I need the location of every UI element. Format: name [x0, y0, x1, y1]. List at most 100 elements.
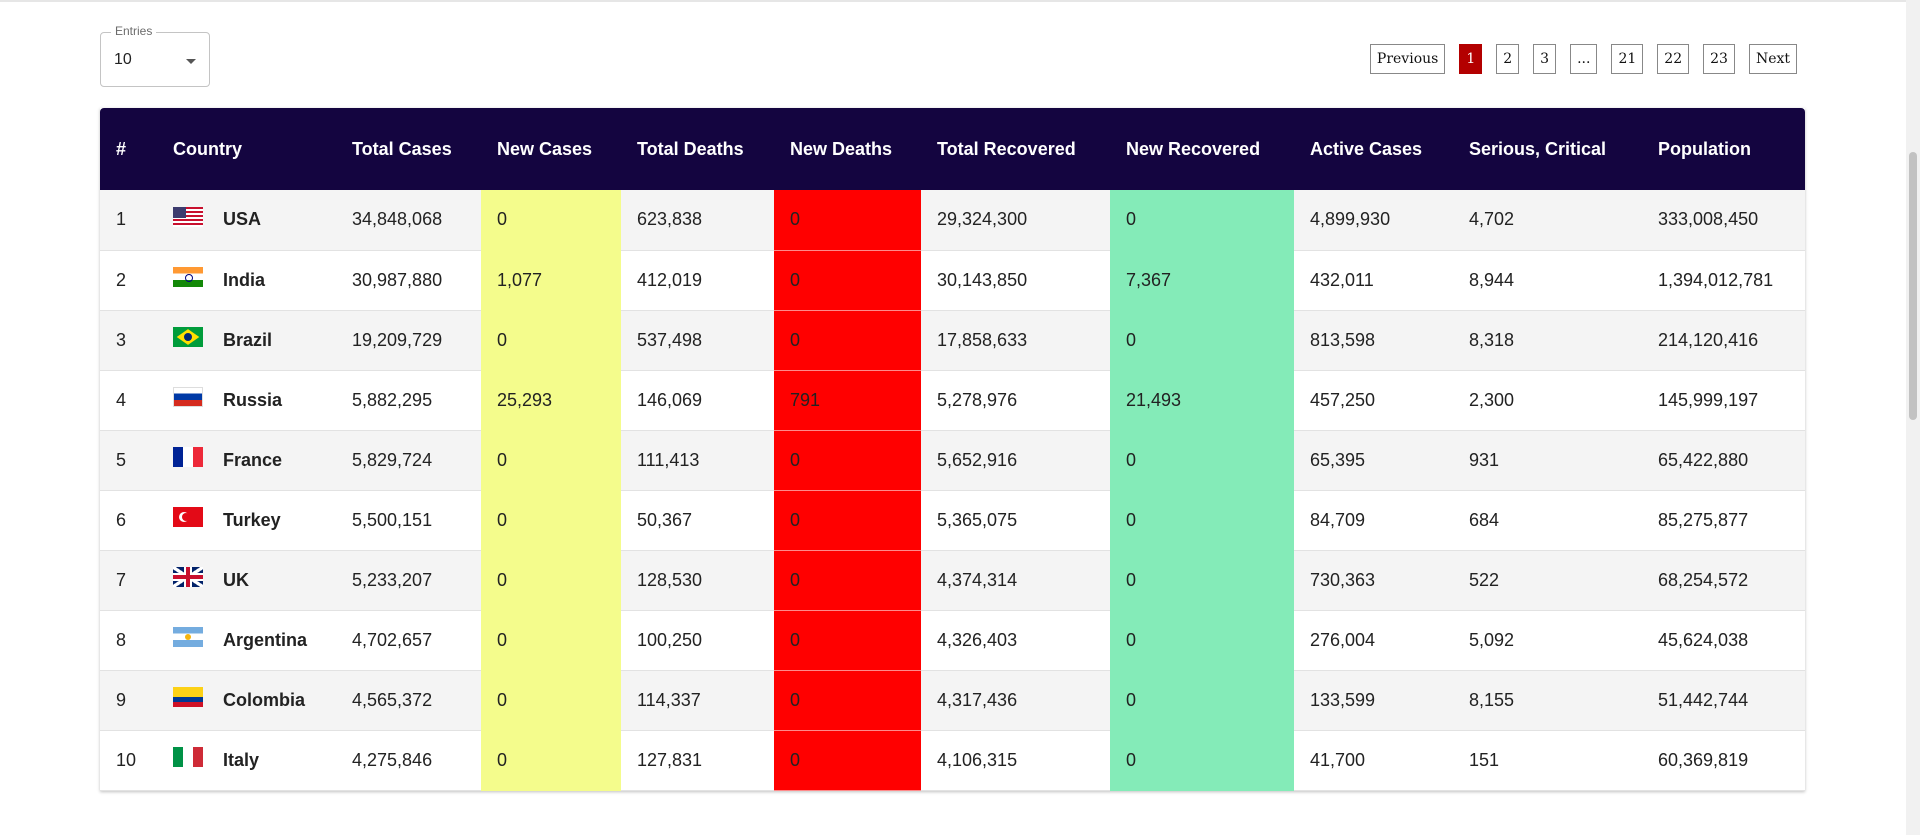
scrollbar[interactable] — [1906, 0, 1920, 835]
total-deaths-cell: 114,337 — [621, 670, 774, 731]
country-name: France — [223, 449, 283, 470]
entries-select[interactable]: Entries 10 — [100, 24, 210, 87]
country-cell: Italy — [157, 730, 336, 791]
new-recovered-cell: 21,493 — [1110, 370, 1294, 431]
new-deaths-cell: 0 — [774, 730, 921, 791]
new-cases-cell: 0 — [481, 670, 621, 731]
next-page-button[interactable]: Next — [1748, 44, 1797, 74]
total-recovered-cell: 17,858,633 — [921, 310, 1110, 371]
new-cases-cell: 0 — [481, 190, 621, 251]
header-new-deaths[interactable]: New Deaths — [774, 108, 921, 190]
new-deaths-cell: 0 — [774, 310, 921, 371]
argentina-flag-icon — [173, 627, 203, 647]
table-row: 10 Italy 4,275,846 0 127,831 0 4,106,315 0 41,70… — [100, 730, 1805, 791]
total-cases-cell: 5,233,207 — [336, 550, 481, 611]
header-country[interactable]: Country — [157, 108, 336, 190]
country-cell: USA — [157, 190, 336, 251]
header-new-cases[interactable]: New Cases — [481, 108, 621, 190]
new-cases-cell: 0 — [481, 730, 621, 791]
new-deaths-cell: 0 — [774, 610, 921, 671]
pagination: Previous 1 2 3 ... 21 22 23 Next — [1369, 44, 1797, 74]
page-button-21[interactable]: 21 — [1611, 44, 1644, 74]
new-deaths-cell: 791 — [774, 370, 921, 431]
new-recovered-cell: 0 — [1110, 490, 1294, 551]
country-cell: Colombia — [157, 670, 336, 731]
brazil-flag-icon — [173, 327, 203, 347]
page-ellipsis[interactable]: ... — [1570, 44, 1598, 74]
serious-critical-cell: 8,944 — [1453, 250, 1642, 311]
total-deaths-cell: 128,530 — [621, 550, 774, 611]
header-rank[interactable]: # — [100, 108, 157, 190]
table-row: 7 UK 5,233,207 0 128,530 0 4,374,314 0 730,363 52… — [100, 550, 1805, 611]
serious-critical-cell: 8,155 — [1453, 670, 1642, 731]
table-row: 9 Colombia 4,565,372 0 114,337 0 4,317,436 0 133… — [100, 670, 1805, 731]
serious-critical-cell: 684 — [1453, 490, 1642, 551]
usa-flag-icon — [173, 206, 203, 227]
country-name: Russia — [223, 389, 283, 410]
active-cases-cell: 65,395 — [1294, 430, 1453, 491]
rank-cell: 5 — [100, 430, 157, 491]
country-cell: Argentina — [157, 610, 336, 671]
new-deaths-cell: 0 — [774, 190, 921, 251]
table-row: 8 Argentina 4,702,657 0 100,250 0 4,326,403 0 27… — [100, 610, 1805, 671]
serious-critical-cell: 4,702 — [1453, 190, 1642, 251]
new-recovered-cell: 0 — [1110, 670, 1294, 731]
country-cell: UK — [157, 550, 336, 611]
serious-critical-cell: 522 — [1453, 550, 1642, 611]
header-total-recovered[interactable]: Total Recovered — [921, 108, 1110, 190]
new-cases-cell: 25,293 — [481, 370, 621, 431]
population-cell: 68,254,572 — [1642, 550, 1805, 611]
header-population[interactable]: Population — [1642, 108, 1805, 190]
active-cases-cell: 276,004 — [1294, 610, 1453, 671]
header-active-cases[interactable]: Active Cases — [1294, 108, 1453, 190]
header-total-deaths[interactable]: Total Deaths — [621, 108, 774, 190]
country-name: Turkey — [223, 509, 281, 530]
page-button-22[interactable]: 22 — [1657, 44, 1690, 74]
total-recovered-cell: 30,143,850 — [921, 250, 1110, 311]
active-cases-cell: 457,250 — [1294, 370, 1453, 431]
serious-critical-cell: 931 — [1453, 430, 1642, 491]
table-row: 1 USA 34,848,068 0 623,838 0 29,324,300 0 4,899,… — [100, 190, 1805, 251]
active-cases-cell: 4,899,930 — [1294, 190, 1453, 251]
total-deaths-cell: 50,367 — [621, 490, 774, 551]
table-row: 3 Brazil 19,209,729 0 537,498 0 17,858,633 0 813… — [100, 310, 1805, 371]
header-total-cases[interactable]: Total Cases — [336, 108, 481, 190]
total-cases-cell: 30,987,880 — [336, 250, 481, 311]
new-recovered-cell: 0 — [1110, 610, 1294, 671]
page-button-23[interactable]: 23 — [1703, 44, 1735, 74]
new-deaths-cell: 0 — [774, 430, 921, 491]
new-recovered-cell: 0 — [1110, 190, 1294, 251]
page-button-1[interactable]: 1 — [1459, 44, 1483, 74]
total-recovered-cell: 29,324,300 — [921, 190, 1110, 251]
page-button-2[interactable]: 2 — [1496, 44, 1520, 74]
total-deaths-cell: 127,831 — [621, 730, 774, 791]
new-recovered-cell: 7,367 — [1110, 250, 1294, 311]
total-recovered-cell: 5,652,916 — [921, 430, 1110, 491]
previous-page-button[interactable]: Previous — [1369, 44, 1446, 74]
rank-cell: 6 — [100, 490, 157, 551]
table-row: 4 Russia 5,882,295 25,293 146,069 791 5,278,97… — [100, 370, 1805, 431]
country-name: USA — [223, 209, 262, 230]
country-cell: France — [157, 430, 336, 491]
page-button-3[interactable]: 3 — [1533, 44, 1557, 74]
serious-critical-cell: 8,318 — [1453, 310, 1642, 371]
new-deaths-cell: 0 — [774, 250, 921, 311]
covid-stats-table: # Country Total Cases New Cases Total De… — [100, 108, 1805, 791]
country-cell: India — [157, 250, 336, 311]
total-cases-cell: 19,209,729 — [336, 310, 481, 371]
table-header-row: # Country Total Cases New Cases Total De… — [100, 108, 1805, 190]
colombia-flag-icon — [173, 687, 203, 707]
scrollbar-thumb[interactable] — [1909, 152, 1917, 420]
total-deaths-cell: 111,413 — [621, 430, 774, 491]
active-cases-cell: 133,599 — [1294, 670, 1453, 731]
total-deaths-cell: 412,019 — [621, 250, 774, 311]
header-serious-critical[interactable]: Serious, Critical — [1453, 108, 1642, 190]
entries-label: Entries — [111, 24, 157, 38]
population-cell: 214,120,416 — [1642, 310, 1805, 371]
new-recovered-cell: 0 — [1110, 310, 1294, 371]
country-cell: Russia — [157, 370, 336, 431]
total-cases-cell: 4,565,372 — [336, 670, 481, 731]
population-cell: 51,442,744 — [1642, 670, 1805, 731]
country-name: Colombia — [223, 689, 306, 710]
header-new-recovered[interactable]: New Recovered — [1110, 108, 1294, 190]
